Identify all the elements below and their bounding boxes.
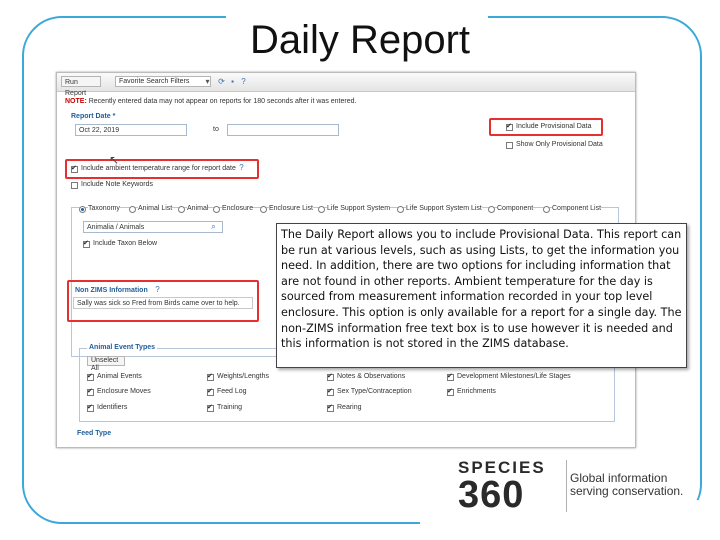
tab-enclosure-radio[interactable]: [213, 206, 220, 213]
data-delay-note: NOTE: Recently entered data may not appe…: [65, 98, 356, 105]
tab-component-list[interactable]: Component List: [552, 205, 602, 212]
event-type-checkbox[interactable]: [207, 387, 214, 396]
tab-enclosure-list[interactable]: Enclosure List: [269, 205, 313, 212]
feed-type-label: Feed Type: [77, 430, 112, 437]
animal-event-types-heading: Animal Event Types: [87, 344, 158, 351]
tab-animal-list[interactable]: Animal List: [138, 205, 173, 212]
tab-life-support-system[interactable]: Life Support System: [327, 205, 391, 212]
tab-taxonomy[interactable]: Taxonomy: [88, 205, 120, 212]
event-type-checkbox[interactable]: [447, 387, 454, 396]
date-range-to-label: to: [213, 126, 219, 133]
include-provisional-checkbox[interactable]: [506, 122, 513, 131]
event-type-label: Animal Events: [97, 373, 142, 380]
event-type-label: Rearing: [337, 404, 362, 411]
species360-logo: SPECIES 360 Global information serving c…: [458, 456, 688, 516]
tab-enclosure-list-radio[interactable]: [260, 206, 267, 213]
event-type-label: Notes & Observations: [337, 373, 406, 380]
tab-animal-radio[interactable]: [178, 206, 185, 213]
report-date-label: Report Date *: [71, 113, 116, 120]
help-icon[interactable]: ?: [239, 77, 248, 86]
tab-animal-list-radio[interactable]: [129, 206, 136, 213]
event-type-checkbox[interactable]: [327, 372, 334, 381]
event-type-checkbox[interactable]: [207, 403, 214, 412]
event-type-checkbox[interactable]: [87, 387, 94, 396]
event-type-checkbox[interactable]: [327, 387, 334, 396]
logo-tagline-line-2: serving conservation.: [570, 484, 684, 498]
non-zims-heading: Non ZIMS Information: [75, 287, 148, 294]
tab-component-list-radio[interactable]: [543, 206, 550, 213]
event-type-checkbox[interactable]: [87, 372, 94, 381]
slide-title: Daily Report: [249, 18, 471, 62]
tab-life-support-system-list-radio[interactable]: [397, 206, 404, 213]
refresh-icon[interactable]: ⟳: [217, 77, 226, 86]
ambient-temperature-label: Include ambient temperature range for re…: [81, 165, 236, 172]
non-zims-text-box[interactable]: Sally was sick so Fred from Birds came o…: [73, 297, 253, 309]
event-type-label: Sex Type/Contraception: [337, 388, 412, 395]
event-type-label: Training: [217, 404, 243, 411]
save-icon[interactable]: ▪: [228, 77, 237, 86]
logo-tagline: Global information serving conservation.: [570, 472, 683, 498]
include-taxon-below-label: Include Taxon Below: [93, 240, 158, 247]
logo-divider: [566, 460, 567, 512]
search-icon[interactable]: ⌕: [209, 222, 218, 231]
note-prefix: NOTE:: [65, 98, 87, 105]
tab-animal[interactable]: Animal: [187, 205, 209, 212]
show-only-provisional-label: Show Only Provisional Data: [516, 141, 603, 148]
favorite-search-filters-select[interactable]: Favorite Search Filters: [115, 76, 211, 87]
report-date-from-input[interactable]: Oct 22, 2019: [75, 124, 187, 136]
note-text: Recently entered data may not appear on …: [88, 98, 357, 105]
report-date-to-input[interactable]: [227, 124, 339, 136]
chevron-down-icon[interactable]: ▾: [203, 77, 212, 86]
event-type-label: Identifiers: [97, 404, 128, 411]
tab-taxonomy-radio[interactable]: [79, 206, 86, 213]
tab-enclosure[interactable]: Enclosure: [222, 205, 254, 212]
tab-component-radio[interactable]: [488, 206, 495, 213]
help-icon[interactable]: ?: [237, 163, 246, 172]
show-only-provisional-checkbox[interactable]: [506, 142, 513, 149]
event-type-label: Development Milestones/Life Stages: [457, 373, 571, 380]
toolbar: Run Report Favorite Search Filters ▾ ⟳ ▪…: [57, 73, 635, 97]
include-provisional-label: Include Provisional Data: [516, 123, 592, 130]
tab-component[interactable]: Component: [497, 205, 534, 212]
mouse-cursor-icon: ↖: [109, 153, 120, 167]
unselect-all-button[interactable]: Unselect All: [87, 356, 125, 372]
event-type-checkbox[interactable]: [447, 372, 454, 381]
event-type-checkbox[interactable]: [207, 372, 214, 381]
event-type-label: Feed Log: [217, 388, 247, 395]
taxonomy-input[interactable]: Animalia / Animals: [83, 221, 223, 233]
note-keywords-checkbox[interactable]: [71, 182, 78, 189]
help-icon[interactable]: ?: [153, 285, 162, 294]
event-type-label: Enclosure Moves: [97, 388, 151, 395]
event-type-checkbox[interactable]: [87, 403, 94, 412]
event-type-label: Enrichments: [457, 388, 496, 395]
tab-life-support-system-list[interactable]: Life Support System List: [406, 205, 482, 212]
logo-360-text: 360: [458, 474, 525, 516]
event-type-checkbox[interactable]: [327, 403, 334, 412]
note-keywords-label: Include Note Keywords: [81, 181, 153, 188]
ambient-temperature-checkbox[interactable]: [71, 164, 78, 173]
include-taxon-below-checkbox[interactable]: [83, 239, 90, 248]
explanation-callout: The Daily Report allows you to include P…: [276, 223, 687, 368]
event-type-label: Weights/Lengths: [217, 373, 270, 380]
run-report-button[interactable]: Run Report: [61, 76, 101, 97]
tab-life-support-system-radio[interactable]: [318, 206, 325, 213]
